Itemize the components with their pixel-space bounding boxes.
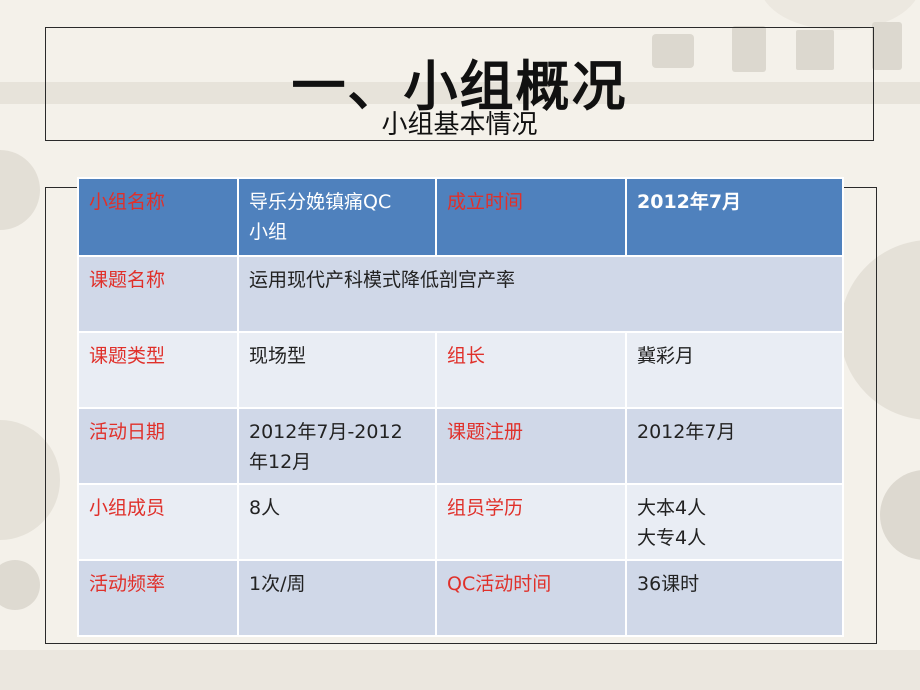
value-cell: 8人 xyxy=(237,483,437,561)
value-cell: 1次/周 xyxy=(237,559,437,637)
group-info-table: 小组名称 导乐分娩镇痛QC 小组 成立时间 2012年7月 课题名称 运用现代产… xyxy=(77,177,844,637)
title-frame: 一、小组概况 小组基本情况 xyxy=(45,27,874,141)
table-row: 小组成员 8人 组员学历 大本4人 大专4人 xyxy=(77,483,844,561)
background-stripe xyxy=(0,650,920,690)
value-cell: 2012年7月 xyxy=(625,177,844,257)
value-cell: 2012年7月 xyxy=(625,407,844,485)
decor-circle xyxy=(880,470,920,560)
label-cell: 课题类型 xyxy=(77,331,239,409)
decor-circle xyxy=(0,150,40,230)
label-cell: 课题注册 xyxy=(435,407,627,485)
value-line: 年12月 xyxy=(249,451,312,473)
label-cell: 组长 xyxy=(435,331,627,409)
table-row: 课题名称 运用现代产科模式降低剖宫产率 xyxy=(77,255,844,333)
value-cell: 冀彩月 xyxy=(625,331,844,409)
tower-icon xyxy=(872,22,902,70)
label-cell: 活动日期 xyxy=(77,407,239,485)
value-line: 小组 xyxy=(249,221,288,243)
decor-circle xyxy=(0,560,40,610)
value-cell: 36课时 xyxy=(625,559,844,637)
value-cell: 现场型 xyxy=(237,331,437,409)
label-cell: 成立时间 xyxy=(435,177,627,257)
value-cell: 运用现代产科模式降低剖宫产率 xyxy=(237,255,844,333)
value-line: 导乐分娩镇痛QC xyxy=(249,191,392,213)
label-cell: QC活动时间 xyxy=(435,559,627,637)
value-cell: 导乐分娩镇痛QC 小组 xyxy=(237,177,437,257)
page-subtitle: 小组基本情况 xyxy=(381,110,538,140)
value-line: 大专4人 xyxy=(637,527,707,549)
table-row: 小组名称 导乐分娩镇痛QC 小组 成立时间 2012年7月 xyxy=(77,177,844,257)
value-line: 大本4人 xyxy=(637,497,707,519)
label-cell: 课题名称 xyxy=(77,255,239,333)
label-cell: 活动频率 xyxy=(77,559,239,637)
value-line: 2012年7月-2012 xyxy=(249,421,403,443)
label-cell: 小组名称 xyxy=(77,177,239,257)
table-row: 活动日期 2012年7月-2012 年12月 课题注册 2012年7月 xyxy=(77,407,844,485)
label-cell: 组员学历 xyxy=(435,483,627,561)
table-row: 课题类型 现场型 组长 冀彩月 xyxy=(77,331,844,409)
value-cell: 2012年7月-2012 年12月 xyxy=(237,407,437,485)
table-row: 活动频率 1次/周 QC活动时间 36课时 xyxy=(77,559,844,637)
value-cell: 大本4人 大专4人 xyxy=(625,483,844,561)
label-cell: 小组成员 xyxy=(77,483,239,561)
